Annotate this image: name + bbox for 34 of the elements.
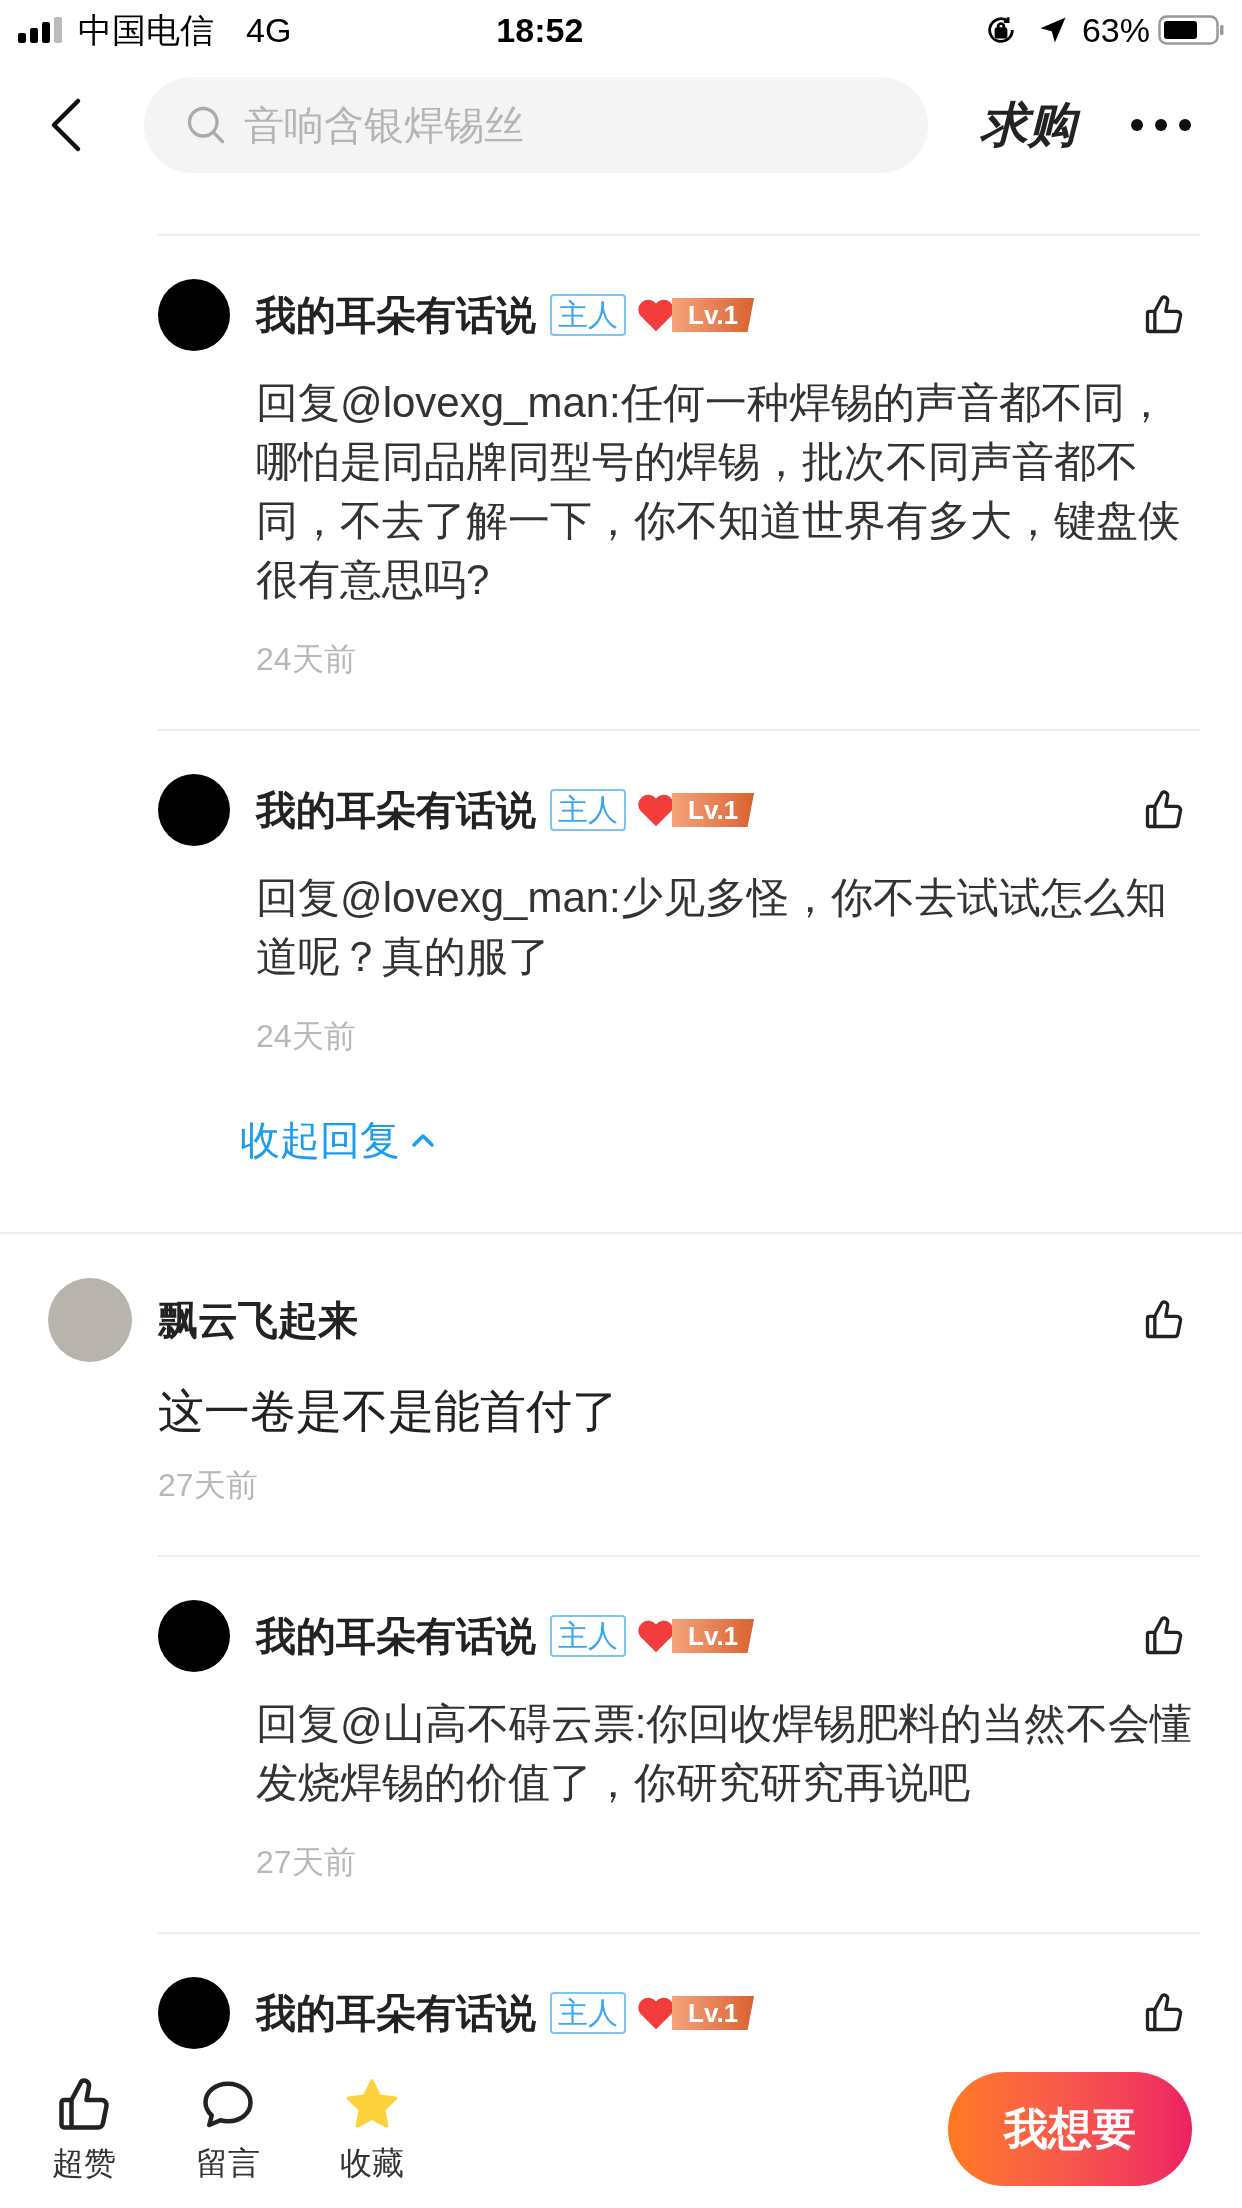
action-label[interactable]: 留言 [196,2143,260,2183]
timestamp: 24天前 [256,640,357,679]
action-label[interactable]: 超赞 [52,2143,116,2183]
reply-text: 回复@lovexg_man:任何一种焊锡的声音都不同，哪怕是同品牌同型号的焊锡，批次不同声音都不同，不去了解一下，你不知道世界有多大，键盘侠很有意思吗? [256,378,1181,605]
level-badge: Lv.1 [672,1619,755,1653]
level-badge: Lv.1 [672,298,755,332]
want-to-buy-link[interactable]: 求购 [970,93,1086,157]
reply-text: 回复@山高不碍云票:你回收焊锡肥料的当然不会懂发烧焊锡的价值了，你研究研究再说吧 [256,1699,1194,1808]
battery-icon [1158,15,1224,45]
chevron-up-icon [410,1131,436,1149]
user-name[interactable]: 飘云飞起来 [158,1290,358,1350]
battery-percentage: 63% [1081,9,1150,51]
carrier-name: 中国电信 [78,9,214,51]
signal-icon [18,17,64,43]
level-badge: Lv.1 [672,793,755,827]
owner-tag: 主人 [550,1992,626,2034]
level-badge: Lv.1 [672,1996,755,2030]
more-icon[interactable] [1130,118,1192,132]
action-label[interactable]: 收藏 [340,2143,404,2183]
clock: 18:52 [496,9,584,51]
user-name[interactable]: 我的耳朵有话说 [256,1606,536,1666]
reply-text: 回复@lovexg_man:少见多怪，你不去试试怎么知道呢？真的服了 [256,873,1168,982]
timestamp: 27天前 [256,1843,357,1882]
owner-tag: 主人 [550,294,626,336]
user-name[interactable]: 我的耳朵有话说 [256,780,536,840]
timestamp: 24天前 [256,1017,357,1056]
owner-tag: 主人 [550,1615,626,1657]
user-name[interactable]: 我的耳朵有话说 [256,285,536,345]
comment-text: 这一卷是不是能首付了 [158,1384,619,1439]
owner-tag: 主人 [550,789,626,831]
timestamp: 27天前 [158,1466,259,1505]
search-field[interactable]: 音响含银焊锡丝 [144,77,928,173]
network-type: 4G [246,9,292,51]
user-name[interactable]: 我的耳朵有话说 [256,1983,536,2043]
